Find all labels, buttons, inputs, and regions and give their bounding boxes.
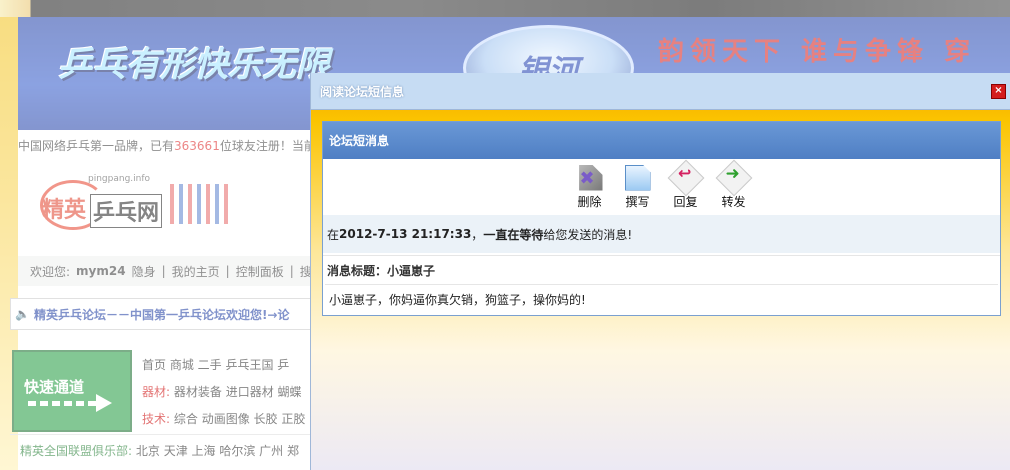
message-meta: 在 2012-7-13 21:17:33，一直在等待 给您发送的消息! <box>323 215 1000 253</box>
message-sender[interactable]: 一直在等待 <box>483 226 543 243</box>
dialog-titlebar[interactable]: 阅读论坛短信息 × <box>311 73 1010 110</box>
compose-label: 撰写 <box>625 194 650 209</box>
message-dialog: 阅读论坛短信息 × 论坛短消息 删除 撰写 回复 转发 <box>310 73 1010 470</box>
dialog-title: 阅读论坛短信息 <box>320 84 405 99</box>
close-icon[interactable]: × <box>991 84 1006 99</box>
panel-title: 论坛短消息 <box>329 134 390 148</box>
panel-header: 论坛短消息 <box>323 122 1000 159</box>
forward-icon <box>715 159 752 196</box>
compose-icon <box>624 164 651 191</box>
delete-icon <box>579 164 603 191</box>
compose-button[interactable]: 撰写 <box>624 164 651 210</box>
message-panel: 论坛短消息 删除 撰写 回复 转发 在2012-7-13 21:17:33，一直… <box>322 121 1001 316</box>
reply-button[interactable]: 回复 <box>667 159 704 210</box>
message-subject: 消息标题：小逼崽子 <box>323 255 1000 284</box>
delete-label: 删除 <box>577 194 602 209</box>
delete-button[interactable]: 删除 <box>577 164 603 210</box>
message-toolbar: 删除 撰写 回复 转发 <box>323 159 1000 215</box>
message-body: 小逼崽子，你妈逼你真欠销，狗篮子，操你妈的! <box>325 284 998 313</box>
reply-icon <box>667 159 704 196</box>
message-datetime: 2012-7-13 21:17:33 <box>339 227 472 241</box>
forward-button[interactable]: 转发 <box>715 159 752 210</box>
